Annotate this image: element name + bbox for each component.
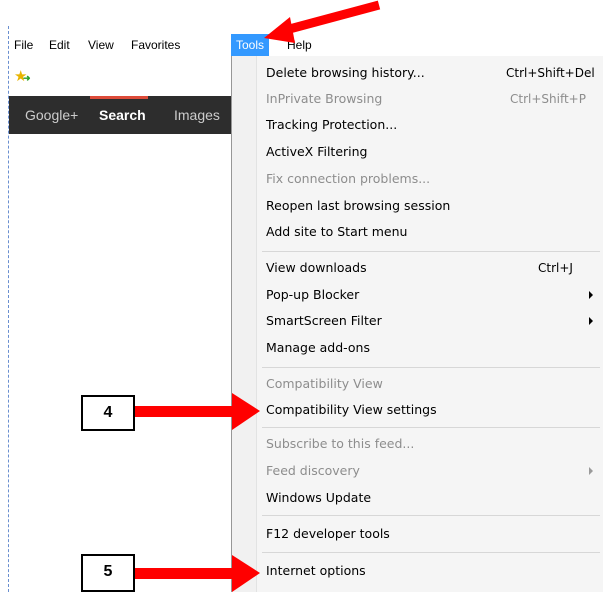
annotation-arrows	[135, 0, 381, 592]
arrow-to-tools-icon	[264, 0, 381, 43]
step-4-label: 4	[81, 395, 135, 431]
step-5-label: 5	[81, 554, 135, 592]
arrow-step5-icon	[135, 555, 260, 592]
arrow-step4-icon	[135, 393, 260, 430]
